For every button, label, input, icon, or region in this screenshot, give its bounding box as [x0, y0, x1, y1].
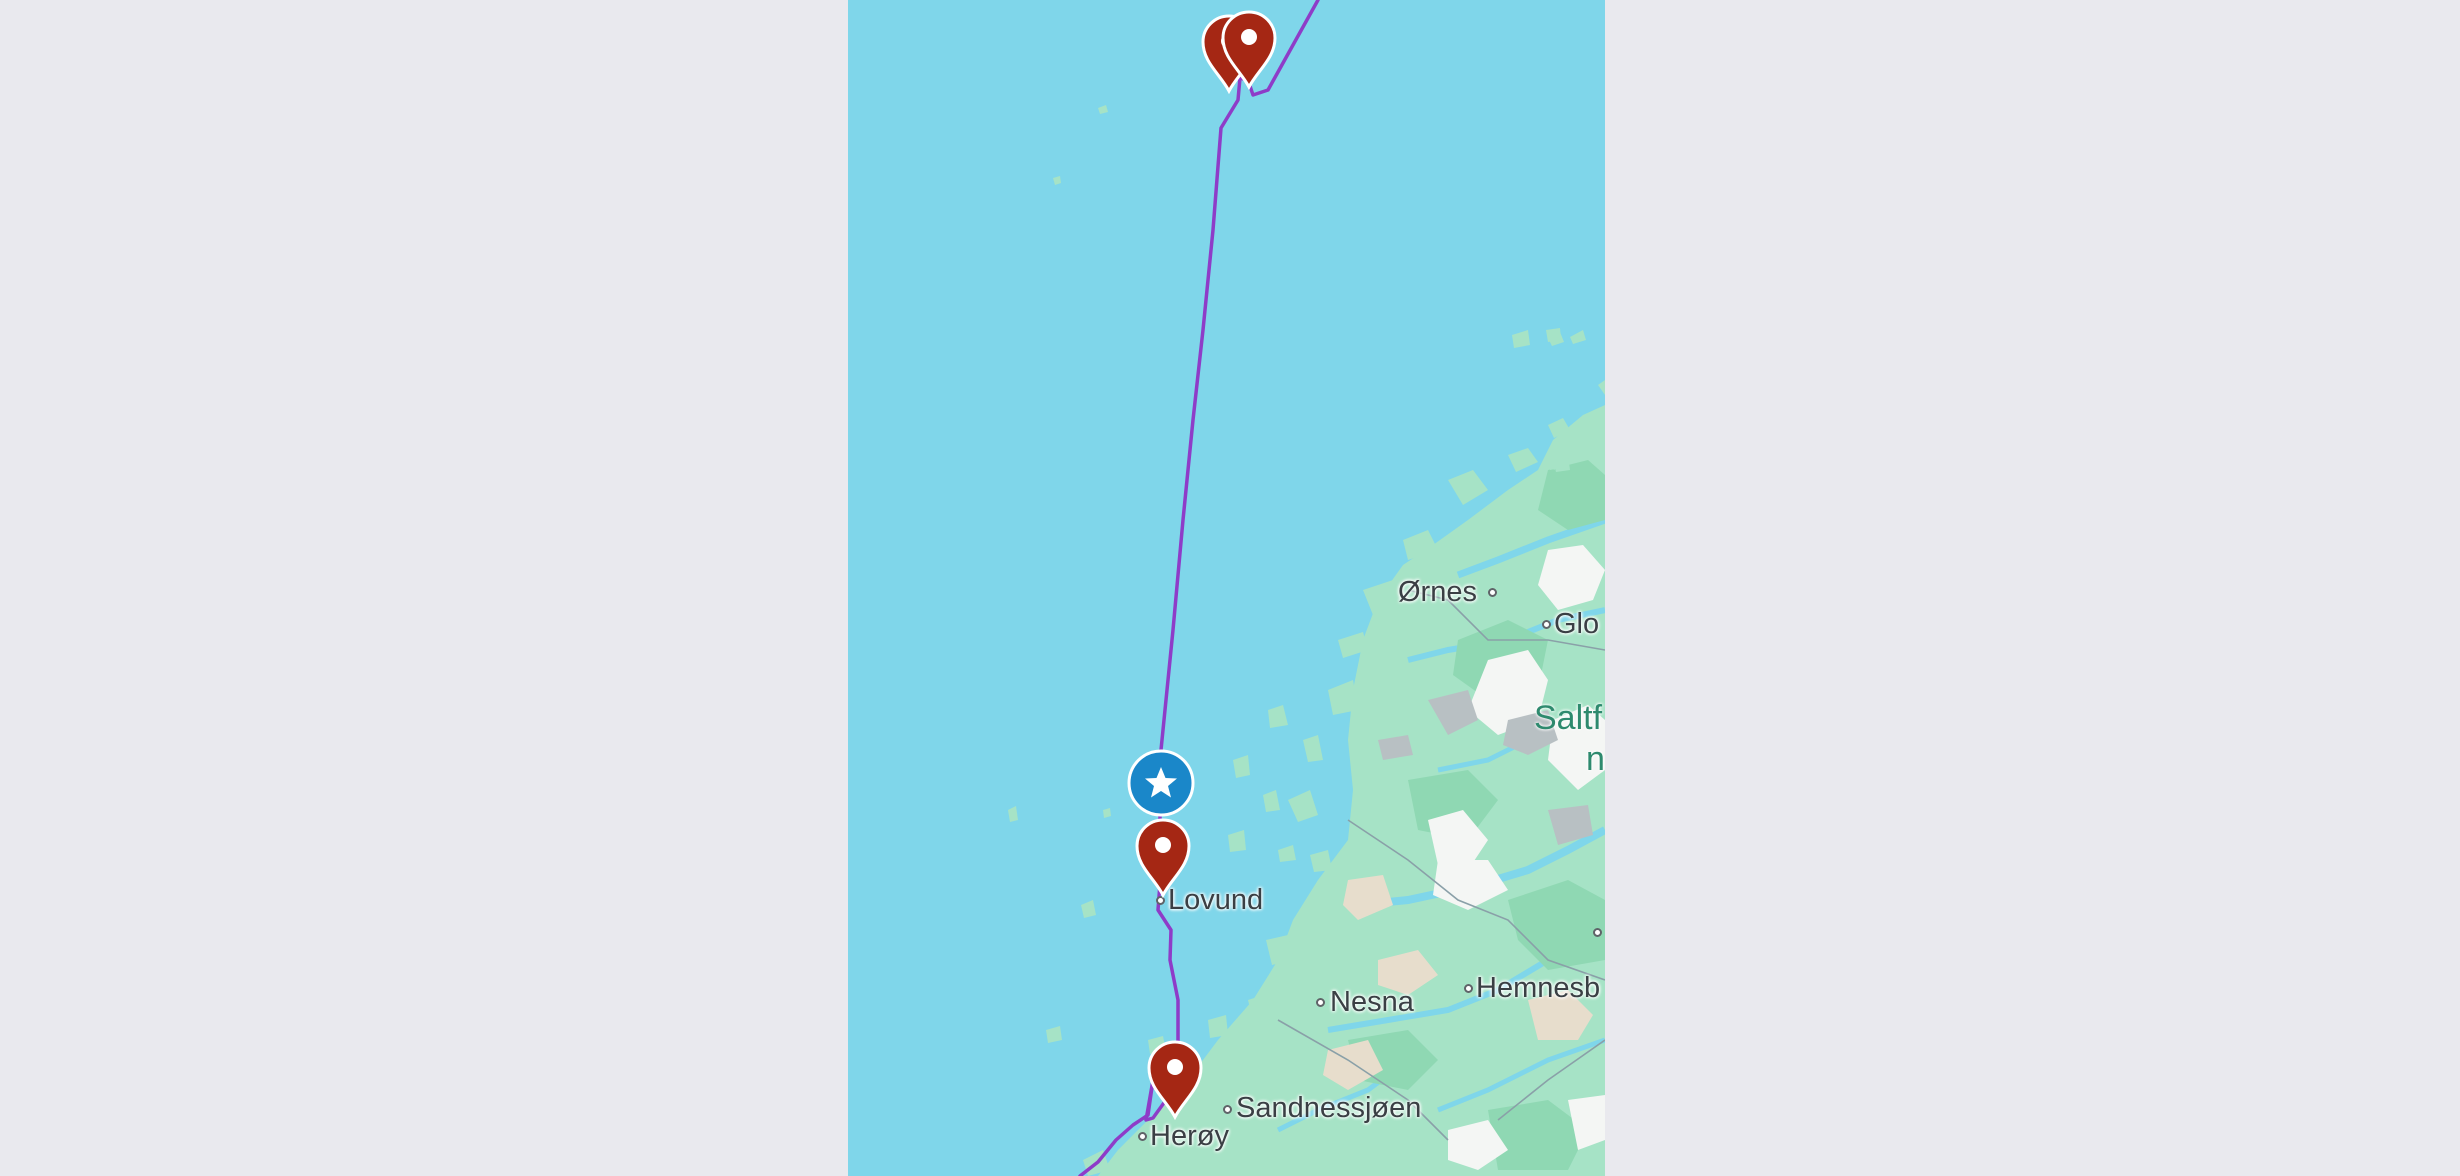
park-label[interactable]: Saltf n — [1534, 698, 1605, 780]
park-label-line2: n — [1586, 739, 1605, 778]
place-dot-nesna — [1316, 998, 1325, 1007]
map-pin-icon[interactable] — [1146, 1040, 1204, 1120]
place-label-ornes[interactable]: Ørnes — [1398, 578, 1477, 607]
place-dot-sandnessjoen — [1223, 1105, 1232, 1114]
place-dot-unnamed — [1593, 928, 1602, 937]
place-dot-ornes — [1488, 588, 1497, 597]
star-icon — [1127, 749, 1195, 817]
place-label-heroy[interactable]: Herøy — [1150, 1122, 1229, 1151]
map-pin-icon[interactable] — [1134, 818, 1192, 898]
map-pin-icon[interactable] — [1220, 10, 1278, 90]
place-dot-heroy — [1138, 1132, 1147, 1141]
place-dot-glo — [1542, 620, 1551, 629]
place-label-nesna[interactable]: Nesna — [1330, 988, 1414, 1017]
map-view[interactable]: Ørnes Glo Saltf n Lovund Nesna Hemnesb S… — [848, 0, 1605, 1176]
place-label-sandnessjoen[interactable]: Sandnessjøen — [1236, 1094, 1421, 1123]
place-label-hemnesb[interactable]: Hemnesb — [1476, 974, 1600, 1003]
place-dot-hemnesb — [1464, 984, 1473, 993]
current-position-marker[interactable] — [1126, 748, 1196, 818]
place-label-glo[interactable]: Glo — [1554, 610, 1599, 639]
park-label-line1: Saltf — [1534, 699, 1603, 737]
islets — [1053, 105, 1605, 470]
